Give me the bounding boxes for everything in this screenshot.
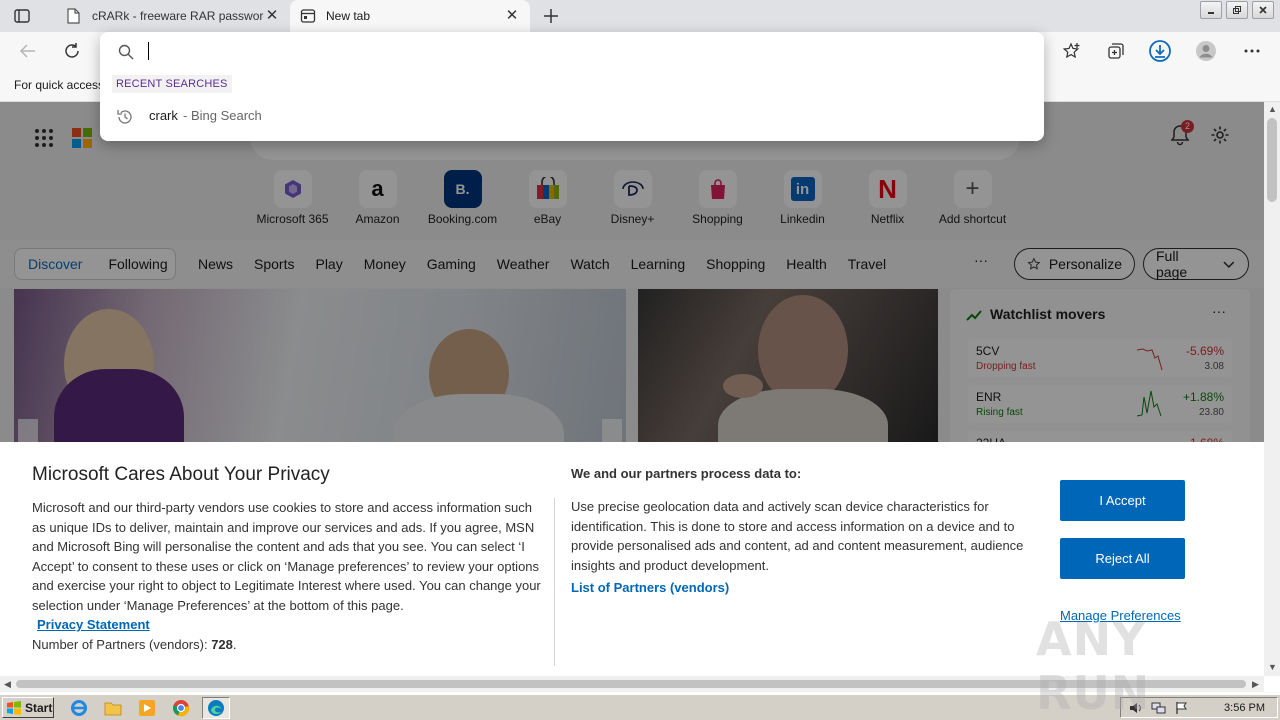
more-icon [1244,49,1260,53]
partners-label: Number of Partners (vendors): [32,636,212,652]
new-tab-button[interactable] [540,5,562,27]
back-button[interactable] [14,37,42,65]
reject-all-button[interactable]: Reject All [1060,538,1185,579]
tab-new-tab[interactable]: New tab ✕ [290,0,530,32]
suggestion-source: - Bing Search [183,108,262,123]
page-dim-overlay [0,102,1264,442]
restore-button[interactable] [1226,1,1248,19]
start-button[interactable]: Start [2,697,54,718]
data-processing-title: We and our partners process data to: [571,466,802,481]
divider [554,498,555,666]
folder-icon[interactable] [102,698,124,718]
start-label: Start [25,700,53,715]
close-window-button[interactable] [1252,1,1274,19]
ie-icon[interactable] [68,698,90,718]
data-processing-body: Use precise geolocation data and activel… [571,499,1024,573]
scroll-thumb[interactable] [1267,118,1277,202]
privacy-title: Microsoft Cares About Your Privacy [32,464,330,485]
newtab-icon [300,8,316,24]
profile-button[interactable] [1192,37,1220,65]
recent-searches-label: RECENT SEARCHES [112,75,232,93]
collections-icon [1108,43,1124,59]
accept-button[interactable]: I Accept [1060,480,1185,521]
tab-actions-icon[interactable] [8,6,36,26]
scroll-left-icon[interactable]: ◀ [4,679,11,690]
windows-logo-icon [7,700,21,715]
chrome-icon[interactable] [170,698,192,718]
window-controls [1200,0,1274,19]
settings-menu-button[interactable] [1238,37,1266,65]
scroll-down-icon[interactable]: ▼ [1268,662,1277,672]
scroll-up-icon[interactable]: ▲ [1268,104,1277,114]
manage-preferences-link[interactable]: Manage Preferences [1060,608,1181,623]
suggestion-item[interactable]: crark - Bing Search [100,102,1044,130]
anyrun-watermark: ANY RUN [1036,612,1151,720]
search-icon [118,44,134,63]
close-icon[interactable]: ✕ [264,8,280,24]
partners-count-line: Number of Partners (vendors): 728. [32,636,237,652]
tab-crark[interactable]: cRARk - freeware RAR password ✕ [56,0,290,32]
tab-strip: cRARk - freeware RAR password ✕ New tab … [0,0,1280,32]
download-icon [1149,40,1171,62]
favorites-bar-hint: For quick access [14,78,105,92]
avatar-icon [1196,41,1216,61]
address-bar-dropdown: RECENT SEARCHES crark - Bing Search [100,32,1044,141]
back-arrow-icon [19,44,35,58]
edge-icon[interactable] [202,697,230,719]
privacy-consent-banner: Microsoft Cares About Your Privacy Micro… [0,442,1264,720]
privacy-statement-link[interactable]: Privacy Statement [37,615,544,635]
refresh-icon [65,43,79,58]
close-icon[interactable]: ✕ [504,8,520,24]
favorite-button[interactable] [1058,37,1086,65]
page-icon [66,8,82,24]
tab-title: cRARk - freeware RAR password [92,9,264,23]
partners-count: 728 [211,636,233,652]
downloads-button[interactable] [1146,37,1174,65]
media-player-icon[interactable] [136,698,158,718]
history-icon [116,108,134,129]
star-plus-icon [1063,42,1080,59]
vertical-scrollbar[interactable]: ▲ ▼ [1264,102,1280,676]
vendors-list-link[interactable]: List of Partners (vendors) [571,580,729,595]
privacy-text: Microsoft and our third-party vendors us… [32,500,541,613]
privacy-body: Microsoft and our third-party vendors us… [32,498,544,654]
plus-icon [544,9,558,23]
text-caret [148,42,149,60]
address-input[interactable] [146,38,1026,64]
tab-title: New tab [326,9,371,23]
suggestion-term: crark [149,108,178,123]
refresh-button[interactable] [58,37,86,65]
minimize-button[interactable] [1200,1,1222,19]
collections-button[interactable] [1102,37,1130,65]
